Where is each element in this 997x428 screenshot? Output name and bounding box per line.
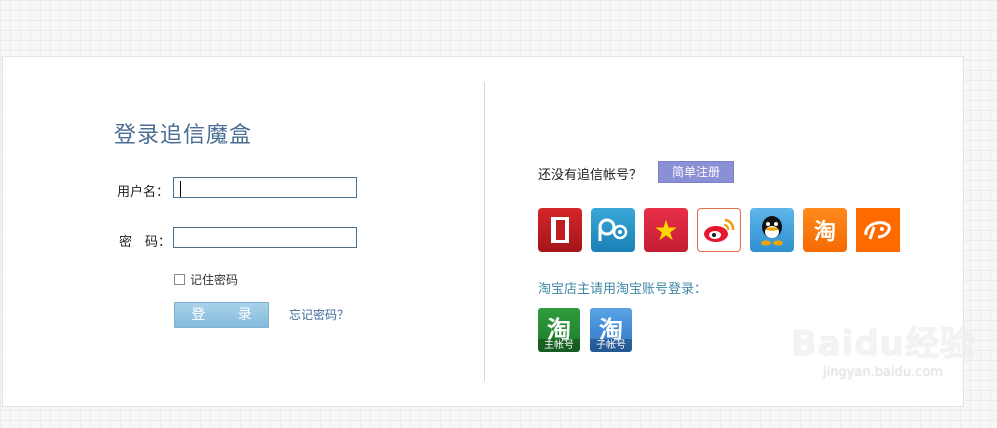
taobao-icon[interactable]: 淘 <box>803 208 847 252</box>
password-label: 密 码： <box>119 235 172 250</box>
remember-label: 记住密码 <box>190 273 239 287</box>
remember-row[interactable]: 记住密码 <box>174 271 238 288</box>
watermark-sub: jingyan.baidu.com <box>822 365 943 380</box>
social-login-icons: ★ 淘 <box>538 208 900 252</box>
baidu-watermark: Baidu经验 jingyan.baidu.com <box>791 316 975 380</box>
taobao-account-buttons: 淘 主帐号 淘 子帐号 <box>538 308 632 352</box>
taobao-sub-account-button[interactable]: 淘 子帐号 <box>590 308 632 352</box>
register-button[interactable]: 简单注册 <box>658 161 734 183</box>
sub-account-label: 子帐号 <box>590 339 632 352</box>
no-account-prompt: 还没有追信帐号？ <box>538 168 643 183</box>
taobao-login-label: 淘宝店主请用淘宝账号登录： <box>538 282 708 297</box>
netease-icon[interactable] <box>538 208 582 252</box>
pp-icon[interactable] <box>591 208 635 252</box>
remember-checkbox[interactable] <box>174 274 185 285</box>
page-title: 登录追信魔盒 <box>114 123 253 148</box>
login-button[interactable]: 登 录 <box>174 302 269 328</box>
alibaba-icon[interactable] <box>856 208 900 252</box>
username-label: 用户名： <box>117 185 170 200</box>
watermark-main: Baidu经验 <box>790 324 975 364</box>
star-icon[interactable]: ★ <box>644 208 688 252</box>
taobao-main-account-button[interactable]: 淘 主帐号 <box>538 308 580 352</box>
text-caret <box>180 181 181 197</box>
weibo-icon[interactable] <box>697 208 741 252</box>
main-account-label: 主帐号 <box>538 339 580 352</box>
password-input[interactable] <box>173 227 357 248</box>
username-input[interactable] <box>173 177 357 198</box>
vertical-divider <box>484 82 485 381</box>
qq-icon[interactable] <box>750 208 794 252</box>
forgot-password-link[interactable]: 忘记密码？ <box>289 306 349 323</box>
